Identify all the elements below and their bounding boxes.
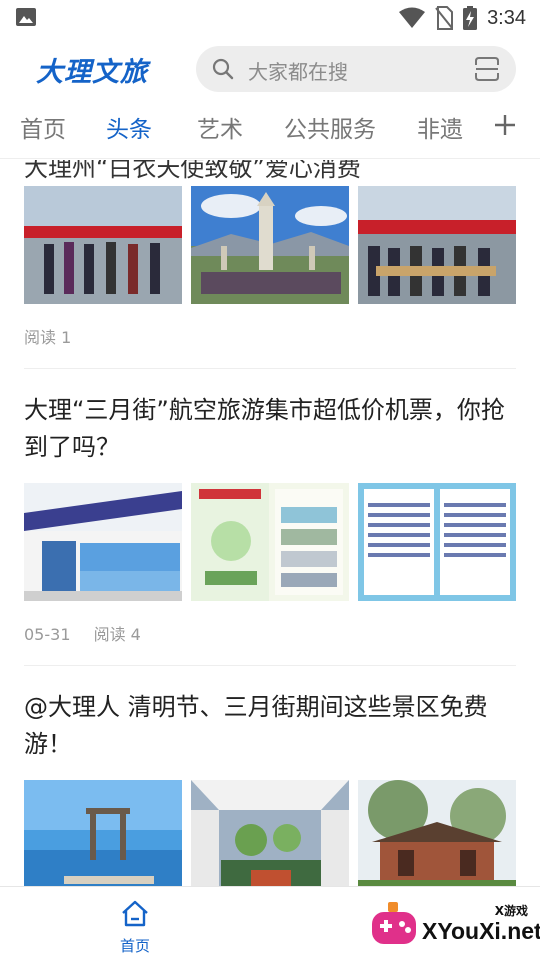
article-title[interactable]: @大理人 清明节、三月街期间这些景区免费游！: [24, 689, 516, 763]
watermark: X游戏 XYouXi.net: [370, 896, 540, 956]
scan-icon[interactable]: [474, 56, 500, 82]
article-date: 05-31: [24, 625, 71, 644]
tab-public-service[interactable]: 公共服务: [284, 110, 376, 144]
channel-tabs: 首页 头条 艺术 公共服务 非遗: [0, 104, 540, 152]
status-bar: 3:34: [0, 0, 540, 36]
article-title[interactable]: 大理“三月街”航空旅游集市超低价机票，你抢到了吗？: [24, 392, 516, 466]
no-sim-icon: [435, 6, 454, 30]
article-images[interactable]: [24, 780, 516, 886]
add-channel-icon[interactable]: [492, 112, 518, 138]
read-count: 阅读 4: [93, 625, 141, 644]
article-thumbnail[interactable]: [358, 780, 516, 886]
article-divider: [24, 665, 516, 666]
battery-charging-icon: [463, 6, 478, 30]
app-logo[interactable]: 大理文旅: [36, 50, 148, 89]
nav-home[interactable]: 首页: [104, 887, 166, 960]
tab-home[interactable]: 首页: [20, 110, 66, 144]
article-thumbnail[interactable]: [191, 186, 349, 304]
cut-off-article-title[interactable]: 大理州“白衣天使致敬”爱心消费: [24, 160, 361, 183]
article-thumbnail[interactable]: [191, 780, 349, 886]
news-feed[interactable]: 大理州“白衣天使致敬”爱心消费 阅读 1 大理“三月街”航空旅游集市超低价机票，…: [0, 160, 540, 886]
watermark-small-text: X游戏: [494, 904, 528, 918]
tab-intangible-heritage[interactable]: 非遗: [417, 110, 463, 144]
article-thumbnail[interactable]: [191, 483, 349, 601]
article-images[interactable]: [24, 186, 516, 304]
watermark-main-text: XYouXi.net: [422, 918, 540, 944]
gallery-icon: [16, 8, 36, 26]
tab-art[interactable]: 艺术: [197, 110, 243, 144]
article-thumbnail[interactable]: [24, 483, 182, 601]
article-thumbnail[interactable]: [24, 780, 182, 886]
app-header: 大理文旅 大家都在搜: [0, 40, 540, 98]
article-thumbnail[interactable]: [24, 186, 182, 304]
home-icon: [122, 900, 148, 927]
search-bar[interactable]: 大家都在搜: [196, 46, 516, 92]
wifi-icon: [399, 7, 426, 28]
tabs-divider: [0, 158, 540, 159]
article-meta: 05-31 阅读 4: [24, 621, 159, 645]
article-thumbnail[interactable]: [358, 186, 516, 304]
nav-home-label: 首页: [119, 937, 150, 955]
gamepad-logo-icon: [372, 902, 416, 944]
article-images[interactable]: [24, 483, 516, 601]
article-thumbnail[interactable]: [358, 483, 516, 601]
tab-headlines[interactable]: 头条: [106, 110, 152, 144]
article-divider: [24, 368, 516, 369]
search-placeholder[interactable]: 大家都在搜: [248, 56, 348, 85]
search-icon: [212, 58, 234, 80]
status-time: 3:34: [487, 6, 526, 29]
read-count: 阅读 1: [24, 328, 72, 347]
article-meta: 阅读 1: [24, 324, 89, 348]
